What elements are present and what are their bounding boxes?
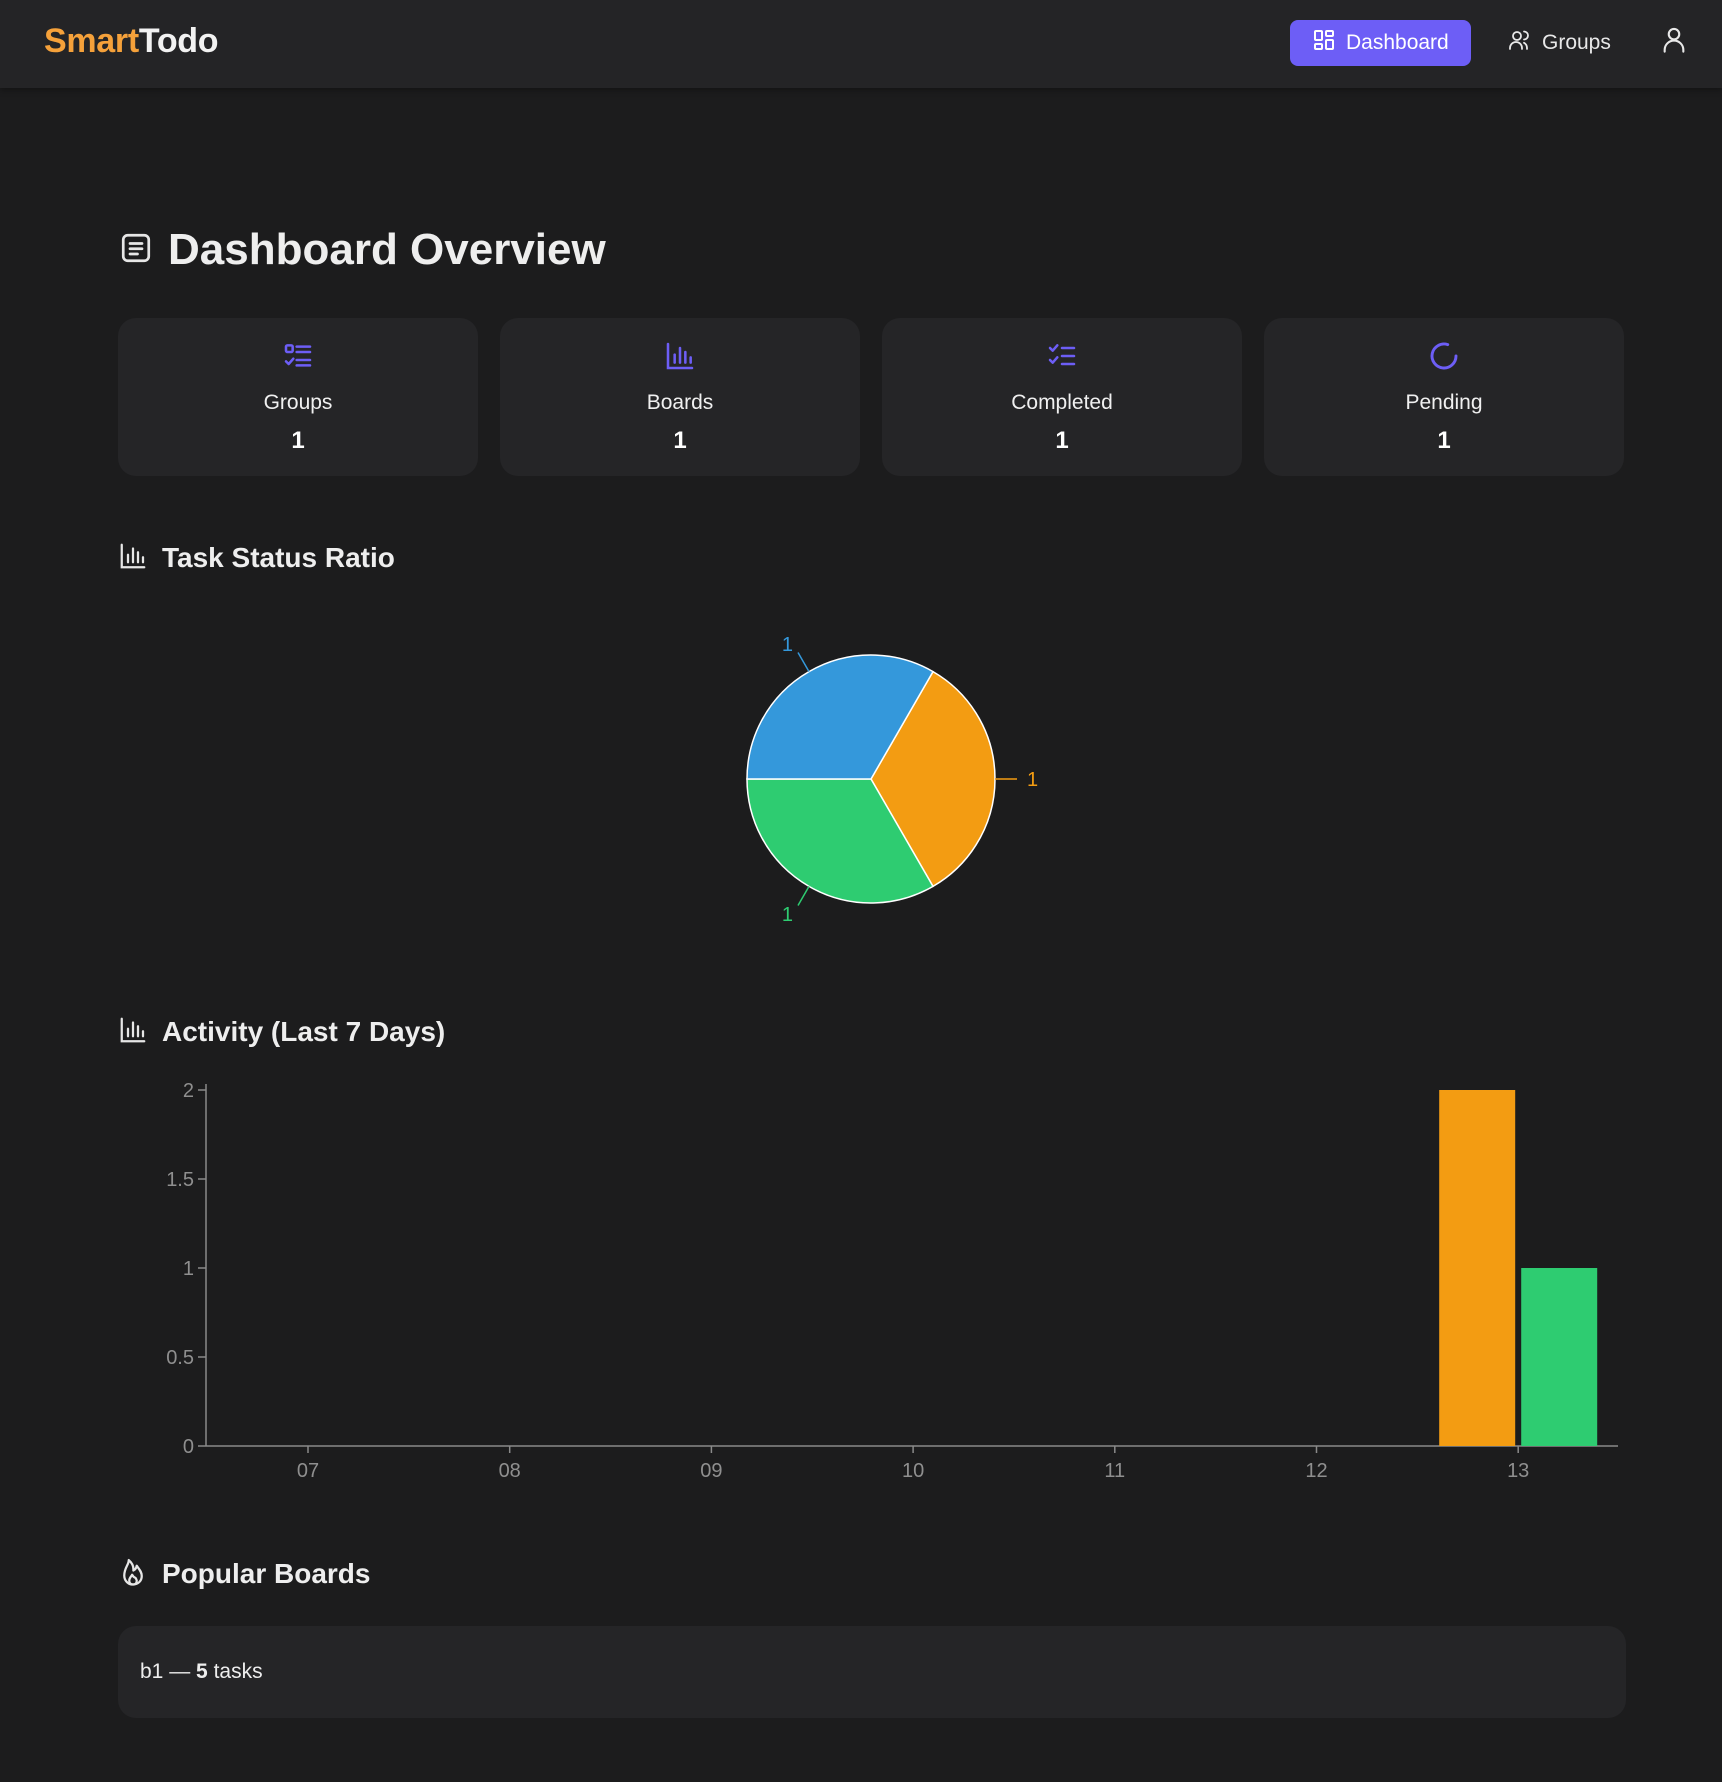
page-header: Dashboard Overview <box>118 220 606 280</box>
task-status-header: Task Status Ratio <box>118 538 395 578</box>
board-task-count: 5 <box>196 1660 208 1683</box>
popular-boards-header: Popular Boards <box>118 1554 370 1594</box>
stat-value: 1 <box>1055 427 1069 454</box>
y-tick-label: 1 <box>183 1258 194 1280</box>
activity-bar-chart: 0 0.5 1 1.5 2 07 08 09 10 11 12 13 <box>166 1080 1618 1482</box>
board-separator: — <box>169 1660 191 1683</box>
activity-header: Activity (Last 7 Days) <box>118 1012 445 1052</box>
x-tick-label: 07 <box>297 1460 319 1482</box>
section-title: Popular Boards <box>162 1558 371 1589</box>
stat-label: Groups <box>263 391 333 414</box>
list-check-icon <box>282 318 314 377</box>
stat-card-pending: Pending 1 <box>1264 318 1624 476</box>
x-tick-label: 08 <box>499 1460 521 1482</box>
section-title: Task Status Ratio <box>162 542 395 573</box>
pie-data-label: 1 <box>782 904 793 926</box>
y-tick-label: 1.5 <box>166 1169 194 1191</box>
stat-value: 1 <box>291 427 305 454</box>
y-tick-label: 0.5 <box>166 1347 194 1369</box>
pie-data-label: 1 <box>1027 769 1038 791</box>
pie-label-line <box>797 652 810 672</box>
user-icon[interactable] <box>1660 26 1688 54</box>
y-tick-label: 2 <box>183 1080 194 1102</box>
stat-card-boards: Boards 1 <box>500 318 860 476</box>
brand-todo: Todo <box>138 22 219 60</box>
stat-label: Completed <box>1011 391 1113 414</box>
document-list-icon <box>118 230 154 271</box>
x-tick-label: 11 <box>1104 1460 1125 1482</box>
loader-icon <box>1428 318 1460 377</box>
page-title: Dashboard Overview <box>168 225 606 274</box>
brand-logo[interactable]: SmartTodo <box>44 22 219 61</box>
x-tick-label: 12 <box>1305 1460 1327 1482</box>
x-tick-label: 09 <box>700 1460 722 1482</box>
board-task-suffix: tasks <box>213 1660 263 1683</box>
flame-icon <box>118 1557 148 1592</box>
nav-groups-button[interactable]: Groups <box>1486 20 1633 66</box>
dashboard-grid-icon <box>1312 28 1336 58</box>
bar-chart-icon <box>664 318 696 377</box>
activity-bar[interactable] <box>1521 1268 1598 1446</box>
bar-chart-icon <box>118 1015 148 1050</box>
stat-label: Pending <box>1405 391 1483 414</box>
checklist-icon <box>1046 318 1078 377</box>
pie-data-label: 1 <box>782 634 793 656</box>
section-title: Activity (Last 7 Days) <box>162 1016 446 1047</box>
task-status-pie-chart: 1 1 1 <box>746 634 1038 926</box>
x-tick-label: 13 <box>1507 1460 1529 1482</box>
navbar: SmartTodo Dashboard Groups <box>0 0 1722 88</box>
users-icon <box>1508 28 1532 58</box>
activity-bar[interactable] <box>1439 1090 1516 1446</box>
x-tick-label: 10 <box>902 1460 924 1482</box>
pie-label-line <box>797 886 810 906</box>
nav-groups-label: Groups <box>1542 31 1611 54</box>
brand-smart: Smart <box>44 22 139 60</box>
board-name: b1 <box>140 1660 164 1683</box>
nav-dashboard-button[interactable]: Dashboard <box>1290 20 1471 66</box>
y-tick-label: 0 <box>183 1436 194 1458</box>
nav-dashboard-label: Dashboard <box>1346 31 1449 54</box>
bar-chart-icon <box>118 541 148 576</box>
stat-label: Boards <box>646 391 714 414</box>
stat-card-completed: Completed 1 <box>882 318 1242 476</box>
popular-board-item[interactable]: b1 — 5 tasks <box>118 1626 1626 1718</box>
stat-value: 1 <box>1437 427 1451 454</box>
stat-card-groups: Groups 1 <box>118 318 478 476</box>
stat-value: 1 <box>673 427 687 454</box>
stats-row: Groups 1 Boards 1 Completed 1 Pending 1 <box>118 318 1626 476</box>
